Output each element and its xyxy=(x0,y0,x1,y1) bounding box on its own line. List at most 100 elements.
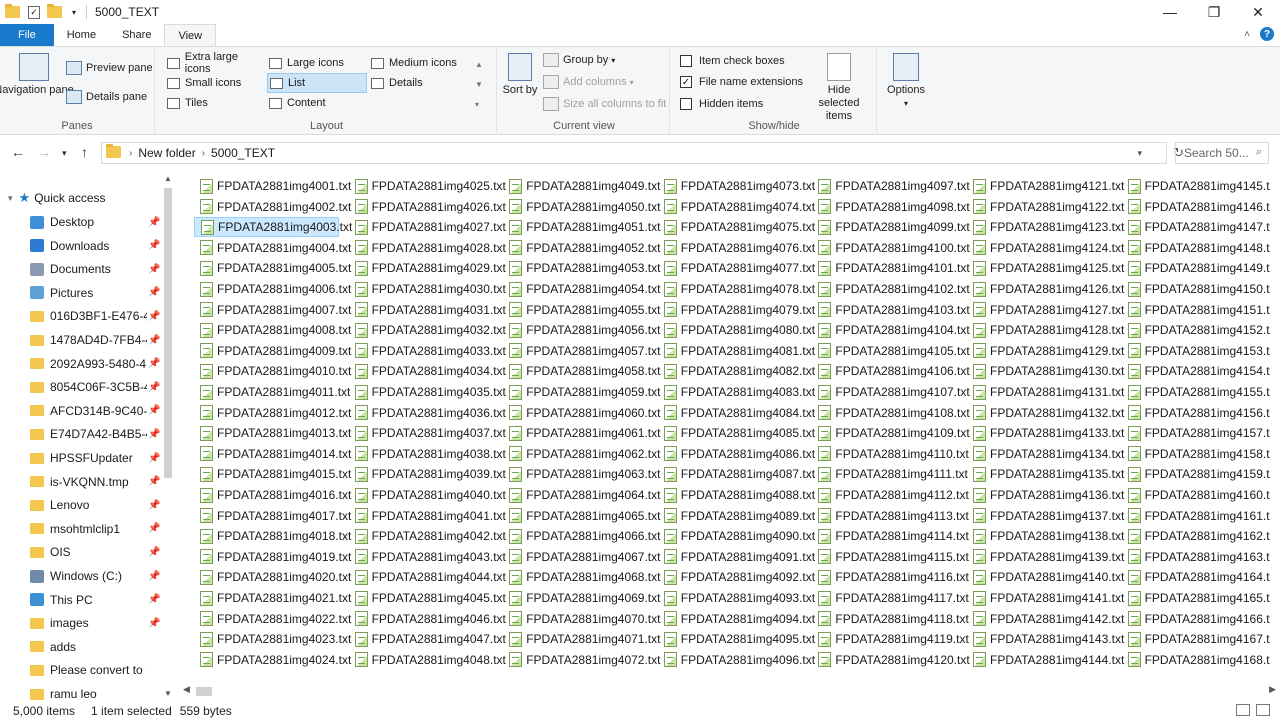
file-item[interactable]: FPDATA2881img4086.txt xyxy=(658,444,815,464)
tab-share[interactable]: Share xyxy=(109,24,164,46)
file-item[interactable]: FPDATA2881img4095.txt xyxy=(658,629,815,649)
file-item[interactable]: FPDATA2881img4058.txt xyxy=(503,361,660,381)
file-item[interactable]: FPDATA2881img4111.txt xyxy=(812,464,968,484)
sidebar-item[interactable]: Windows (C:) 📌 xyxy=(30,565,175,587)
file-item[interactable]: FPDATA2881img4043.txt xyxy=(349,547,506,567)
file-item[interactable]: FPDATA2881img4112.txt xyxy=(812,485,969,505)
hide-selected-items-button[interactable]: Hide selected items xyxy=(806,53,872,123)
file-item[interactable]: FPDATA2881img4138.txt xyxy=(967,526,1124,546)
file-item[interactable]: FPDATA2881img4021.txt xyxy=(194,588,351,608)
sidebar-item[interactable]: 016D3BF1-E476-498📌 xyxy=(30,305,175,327)
file-item[interactable]: FPDATA2881img4152.txt xyxy=(1122,320,1270,340)
file-item[interactable]: FPDATA2881img4052.txt xyxy=(503,238,660,258)
file-item[interactable]: FPDATA2881img4079.txt xyxy=(658,300,815,320)
tab-view[interactable]: View xyxy=(164,24,217,46)
pin-icon[interactable]: 📌 xyxy=(148,311,160,322)
file-item[interactable]: FPDATA2881img4087.txt xyxy=(658,464,815,484)
sidebar-item[interactable]: 8054C06F-3C5B-40 📌 xyxy=(30,376,175,398)
sidebar-item[interactable]: 2092A993-5480-4E6📌 xyxy=(30,353,175,375)
pin-icon[interactable]: 📌 xyxy=(148,453,160,464)
file-item[interactable]: FPDATA2881img4077.txt xyxy=(658,258,815,278)
file-item[interactable]: FPDATA2881img4151.txt xyxy=(1122,300,1270,320)
file-item[interactable]: FPDATA2881img4115.txt xyxy=(812,547,969,567)
pin-icon[interactable]: 📌 xyxy=(148,618,160,629)
sidebar-item[interactable]: images 📌 xyxy=(30,612,175,634)
file-item[interactable]: FPDATA2881img4081.txt xyxy=(658,341,815,361)
file-item[interactable]: FPDATA2881img4057.txt xyxy=(503,341,660,361)
file-item[interactable]: FPDATA2881img4107.txt xyxy=(812,382,970,402)
file-item[interactable]: FPDATA2881img4040.txt xyxy=(349,485,506,505)
file-item[interactable]: FPDATA2881img4006.txt xyxy=(194,279,351,299)
file-item[interactable]: FPDATA2881img4141.txt xyxy=(967,588,1124,608)
scrollbar-thumb[interactable] xyxy=(164,188,172,478)
tab-home[interactable]: Home xyxy=(54,24,109,46)
file-item[interactable]: FPDATA2881img4099.txt xyxy=(812,217,970,237)
sidebar-item[interactable]: Documents 📌 xyxy=(30,258,175,280)
file-item[interactable]: FPDATA2881img4144.txt xyxy=(967,650,1124,670)
sidebar-item[interactable]: Desktop 📌 xyxy=(30,211,175,233)
scroll-down-icon[interactable]: ▼ xyxy=(164,689,172,698)
file-item[interactable]: FPDATA2881img4047.txt xyxy=(349,629,506,649)
file-item[interactable]: FPDATA2881img4120.txt xyxy=(812,650,970,670)
file-item[interactable]: FPDATA2881img4105.txt xyxy=(812,341,970,361)
file-item[interactable]: FPDATA2881img4028.txt xyxy=(349,238,506,258)
file-item[interactable]: FPDATA2881img4056.txt xyxy=(503,320,660,340)
file-item[interactable]: FPDATA2881img4005.txt xyxy=(194,258,351,278)
file-item[interactable]: FPDATA2881img4072.txt xyxy=(503,650,660,670)
file-item[interactable]: FPDATA2881img4128.txt xyxy=(967,320,1124,340)
up-arrow-icon[interactable]: ↑ xyxy=(81,144,88,160)
file-item[interactable]: FPDATA2881img4108.txt xyxy=(812,403,970,423)
file-item[interactable]: FPDATA2881img4103.txt xyxy=(812,300,970,320)
file-item[interactable]: FPDATA2881img4075.txt xyxy=(658,217,815,237)
file-item[interactable]: FPDATA2881img4142.txt xyxy=(967,609,1124,629)
file-item[interactable]: FPDATA2881img4093.txt xyxy=(658,588,815,608)
layout-tiles[interactable]: Tiles xyxy=(165,93,265,113)
file-item[interactable]: FPDATA2881img4039.txt xyxy=(349,464,506,484)
file-item[interactable]: FPDATA2881img4096.txt xyxy=(658,650,815,670)
pin-icon[interactable]: 📌 xyxy=(148,358,160,369)
file-item[interactable]: FPDATA2881img4038.txt xyxy=(349,444,506,464)
file-item[interactable]: FPDATA2881img4155.txt xyxy=(1122,382,1270,402)
pin-icon[interactable]: 📌 xyxy=(148,500,160,511)
file-item[interactable]: FPDATA2881img4098.txt xyxy=(812,197,970,217)
file-item[interactable]: FPDATA2881img4157.txt xyxy=(1122,423,1270,443)
sidebar-item[interactable]: Pictures 📌 xyxy=(30,282,175,304)
search-input[interactable]: Search 50... ⌕ xyxy=(1175,142,1269,164)
file-item[interactable]: FPDATA2881img4162.txt xyxy=(1122,526,1270,546)
file-item[interactable]: FPDATA2881img4104.txt xyxy=(812,320,970,340)
navigation-pane-button[interactable]: Navigation pane xyxy=(0,53,74,97)
minimize-button[interactable]: — xyxy=(1148,0,1192,24)
file-item[interactable]: FPDATA2881img4069.txt xyxy=(503,588,660,608)
file-item[interactable]: FPDATA2881img4139.txt xyxy=(967,547,1124,567)
file-item[interactable]: FPDATA2881img4131.txt xyxy=(967,382,1124,402)
pin-icon[interactable]: 📌 xyxy=(148,382,160,393)
pin-icon[interactable]: 📌 xyxy=(148,547,160,558)
file-item[interactable]: FPDATA2881img4002.txt xyxy=(194,197,351,217)
file-item[interactable]: FPDATA2881img4136.txt xyxy=(967,485,1124,505)
file-item[interactable]: FPDATA2881img4102.txt xyxy=(812,279,970,299)
file-item[interactable]: FPDATA2881img4074.txt xyxy=(658,197,815,217)
file-item[interactable]: FPDATA2881img4089.txt xyxy=(658,506,815,526)
file-item[interactable]: FPDATA2881img4159.txt xyxy=(1122,464,1270,484)
file-item[interactable]: FPDATA2881img4124.txt xyxy=(967,238,1124,258)
file-item[interactable]: FPDATA2881img4135.txt xyxy=(967,464,1124,484)
file-item[interactable]: FPDATA2881img4143.txt xyxy=(967,629,1124,649)
file-item[interactable]: FPDATA2881img4066.txt xyxy=(503,526,660,546)
file-item[interactable]: FPDATA2881img4140.txt xyxy=(967,567,1124,587)
address-bar[interactable]: › New folder › 5000_TEXT ▾ ↻ xyxy=(101,142,1184,164)
file-item[interactable]: FPDATA2881img4035.txt xyxy=(349,382,506,402)
file-item[interactable]: FPDATA2881img4026.txt xyxy=(349,197,506,217)
file-item[interactable]: FPDATA2881img4054.txt xyxy=(503,279,660,299)
layout-details[interactable]: Details xyxy=(369,73,469,93)
file-item[interactable]: FPDATA2881img4025.txt xyxy=(349,176,506,196)
hidden-items-toggle[interactable]: Hidden items xyxy=(680,98,763,110)
file-item[interactable]: FPDATA2881img4018.txt xyxy=(194,526,351,546)
sidebar-item[interactable]: msohtmlclip1 📌 xyxy=(30,518,175,540)
file-item[interactable]: FPDATA2881img4012.txt xyxy=(194,403,351,423)
file-item[interactable]: FPDATA2881img4160.txt xyxy=(1122,485,1270,505)
file-item[interactable]: FPDATA2881img4067.txt xyxy=(503,547,660,567)
sidebar-item[interactable]: E74D7A42-B4B5-46📌 xyxy=(30,423,175,445)
file-item[interactable]: FPDATA2881img4071.txt xyxy=(503,629,660,649)
file-item[interactable]: FPDATA2881img4118.txt xyxy=(812,609,969,629)
breadcrumb-current[interactable]: 5000_TEXT xyxy=(205,146,281,160)
